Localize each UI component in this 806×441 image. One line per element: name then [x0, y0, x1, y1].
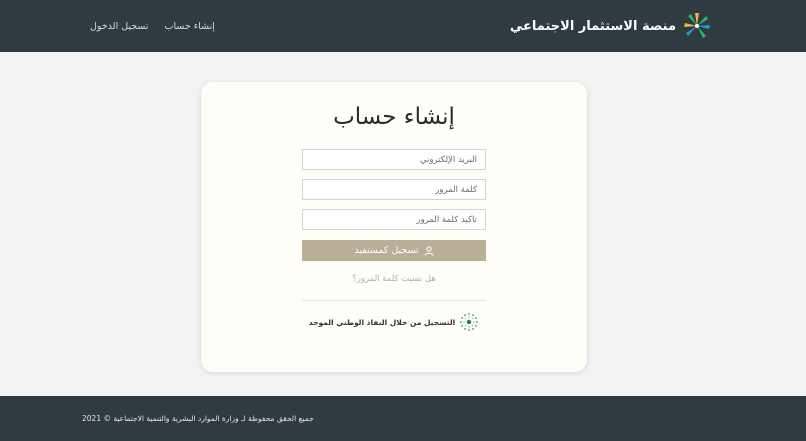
top-header: منصة الاستثمار الاجتماعي إنشاء حساب تسجي… [0, 0, 806, 52]
register-button-label: تسجيل كمستفيد [354, 245, 419, 256]
divider [302, 300, 486, 301]
nafath-login-link[interactable]: التسجيل من خلال النفاذ الوطني الموحد [302, 311, 486, 333]
forgot-password-link[interactable]: هل نسيت كلمة المرور؟ [302, 274, 486, 284]
header-nav: إنشاء حساب تسجيل الدخول [90, 21, 215, 32]
nafath-logo-icon [460, 313, 479, 331]
page-title: إنشاء حساب [333, 104, 455, 130]
nav-register-link[interactable]: إنشاء حساب [165, 21, 215, 32]
register-beneficiary-button[interactable]: تسجيل كمستفيد [302, 240, 486, 261]
palm-leaf-icon [684, 13, 710, 38]
brand-title: منصة الاستثمار الاجتماعي [509, 18, 676, 34]
register-card: إنشاء حساب تسجيل كمستفيد هل نسيت كلمة ال… [201, 82, 587, 372]
brand[interactable]: منصة الاستثمار الاجتماعي [510, 11, 712, 41]
confirm-password-field[interactable] [302, 209, 486, 230]
nav-login-link[interactable]: تسجيل الدخول [90, 21, 149, 32]
nafath-label: التسجيل من خلال النفاذ الوطني الموحد [308, 317, 456, 327]
copyright-text: جميع الحقق محفوظة لـ وزارة الموارد البشر… [82, 414, 314, 423]
email-field[interactable] [302, 149, 486, 170]
user-icon [424, 245, 433, 256]
password-field[interactable] [302, 179, 486, 200]
page-footer: جميع الحقق محفوظة لـ وزارة الموارد البشر… [0, 396, 806, 441]
